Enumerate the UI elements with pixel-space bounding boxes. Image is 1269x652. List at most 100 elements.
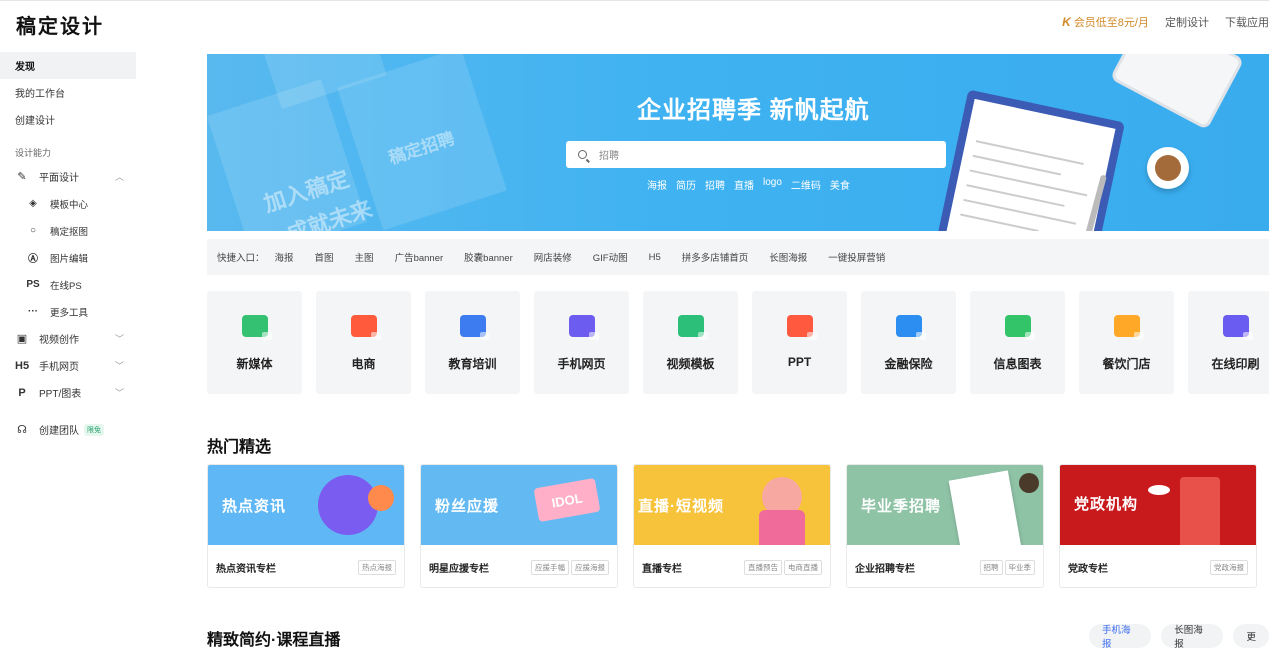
bag-icon <box>350 315 381 340</box>
sidebar-item-h5[interactable]: H5 手机网页 ﹀ <box>0 352 136 379</box>
download-app-link[interactable]: 下载应用 <box>1225 14 1269 30</box>
sidebar-item-online-ps[interactable]: PS 在线PS <box>0 271 136 298</box>
hot-tag[interactable]: logo <box>763 177 782 192</box>
category-card[interactable]: 手机网页 <box>534 291 629 394</box>
sidebar-item-graphic-design[interactable]: ✎ 平面设计 ︿ <box>0 163 136 190</box>
sidebar-item-label: 视频创作 <box>39 335 79 346</box>
chat-icon <box>241 315 272 340</box>
hero-banner[interactable]: 加入稿定 成就未来 稿定招聘 企业招聘季 新帆起航 招聘 海报 简历 招聘 直播… <box>207 54 1269 231</box>
sidebar-item-video[interactable]: ▣ 视频创作 ﹀ <box>0 325 136 352</box>
category-list: 新媒体 电商 教育培训 手机网页 视频模板 PPT 金融保险 信息图表 餐饮门店… <box>207 291 1269 394</box>
custom-design-link[interactable]: 定制设计 <box>1165 14 1209 30</box>
card-thumb-text: 毕业季招聘 <box>861 498 942 515</box>
card-tag[interactable]: 应援海报 <box>571 559 609 575</box>
filter-pill[interactable]: 更 <box>1233 624 1269 648</box>
logo[interactable]: 稿定设计 <box>16 10 104 39</box>
chevron-up-icon[interactable]: ︿ <box>115 170 124 183</box>
sidebar-item-workspace[interactable]: 我的工作台 <box>0 79 136 106</box>
chevron-down-icon[interactable]: ﹀ <box>115 359 124 372</box>
hot-tag[interactable]: 直播 <box>734 177 754 192</box>
card-tag[interactable]: 直播预告 <box>744 559 782 575</box>
cutout-icon: ○ <box>29 225 37 236</box>
hot-card[interactable]: 热点资讯 热点资讯专栏 热点海报 <box>207 464 405 588</box>
quick-entry-item[interactable]: GIF动图 <box>593 250 628 264</box>
card-tag[interactable]: 应援手幅 <box>531 559 569 575</box>
sidebar-item-create-team[interactable]: ☊ 创建团队 限免 <box>0 416 136 443</box>
card-thumb-text: 热点资讯 <box>222 498 287 515</box>
quick-entry-item[interactable]: 广告banner <box>395 250 444 264</box>
h5-icon: H5 <box>15 359 30 372</box>
hot-tag[interactable]: 二维码 <box>791 177 821 192</box>
quick-entry-item[interactable]: 拼多多店铺首页 <box>682 250 749 264</box>
quick-entry-item[interactable]: 长图海报 <box>769 250 807 264</box>
sidebar-item-more-tools[interactable]: ··· 更多工具 <box>0 298 136 325</box>
card-tag[interactable]: 招聘 <box>979 559 1003 575</box>
hot-card[interactable]: 直播·短视频 直播专栏 直播预告 电商直播 <box>633 464 831 588</box>
sidebar-item-label: 创建团队 <box>39 426 79 437</box>
chevron-down-icon[interactable]: ﹀ <box>115 386 124 399</box>
card-thumb-text: 粉丝应援 <box>435 498 500 515</box>
ps-icon: PS <box>26 279 40 290</box>
quick-entry-item[interactable]: 一键投屏营销 <box>828 250 885 264</box>
card-tags: 招聘 毕业季 <box>979 559 1035 575</box>
hot-card[interactable]: 毕业季招聘 企业招聘专栏 招聘 毕业季 <box>846 464 1044 588</box>
ppt-icon: P <box>18 386 26 399</box>
card-thumb-text: 党政机构 <box>1074 496 1139 513</box>
hot-card-list: 热点资讯 热点资讯专栏 热点海报 IDOL 粉丝应援 明星应援专栏 应援手幅 应… <box>207 464 1257 588</box>
sidebar-item-label: 图片编辑 <box>50 253 89 265</box>
category-card[interactable]: 新媒体 <box>207 291 302 394</box>
card-title: 企业招聘专栏 <box>855 563 915 575</box>
filter-pill[interactable]: 长图海报 <box>1161 624 1224 650</box>
quick-entry-item[interactable]: 网店装修 <box>534 250 572 264</box>
category-label: 餐饮门店 <box>1102 357 1151 371</box>
category-card[interactable]: PPT <box>752 291 847 394</box>
filter-pill[interactable]: 手机海报 <box>1089 624 1152 650</box>
sidebar-item-ppt[interactable]: P PPT/图表 ﹀ <box>0 379 136 406</box>
section-title-hot: 热门精选 <box>207 439 272 456</box>
banner-title: 企业招聘季 新帆起航 <box>637 97 870 124</box>
sidebar-item-cutout[interactable]: ○ 稿定抠图 <box>0 217 136 244</box>
category-label: 新媒体 <box>236 357 273 371</box>
category-card[interactable]: 信息图表 <box>970 291 1065 394</box>
vip-link[interactable]: K 会员低至8元/月 <box>1062 14 1149 30</box>
hot-tag[interactable]: 简历 <box>676 177 696 192</box>
category-card[interactable]: 教育培训 <box>425 291 520 394</box>
category-card[interactable]: 餐饮门店 <box>1079 291 1174 394</box>
free-badge: 限免 <box>84 423 104 436</box>
hot-card[interactable]: IDOL 粉丝应援 明星应援专栏 应援手幅 应援海报 <box>420 464 618 588</box>
card-footer: 直播专栏 直播预告 电商直播 <box>634 545 830 587</box>
hot-tag[interactable]: 招聘 <box>705 177 725 192</box>
sidebar-item-template-center[interactable]: ◈ 模板中心 <box>0 190 136 217</box>
sidebar-item-image-edit[interactable]: Ⓐ 图片编辑 <box>0 244 136 271</box>
sidebar-item-discover[interactable]: 发现 <box>0 52 136 79</box>
card-tag[interactable]: 党政海报 <box>1210 559 1248 575</box>
card-tag[interactable]: 热点海报 <box>358 559 396 575</box>
chevron-down-icon[interactable]: ﹀ <box>115 332 124 345</box>
category-card[interactable]: 金融保险 <box>861 291 956 394</box>
quick-entry-item[interactable]: 首图 <box>315 250 334 264</box>
sidebar-item-create[interactable]: 创建设计 <box>0 106 136 133</box>
quick-entry-item[interactable]: 海报 <box>275 250 294 264</box>
category-card[interactable]: 在线印刷 <box>1188 291 1269 394</box>
quick-entry-item[interactable]: 胶囊banner <box>464 250 513 264</box>
category-card[interactable]: 视频模板 <box>643 291 738 394</box>
hot-tag[interactable]: 海报 <box>647 177 667 192</box>
hot-tag[interactable]: 美食 <box>830 177 850 192</box>
card-tag[interactable]: 电商直播 <box>784 559 822 575</box>
category-card[interactable]: 电商 <box>316 291 411 394</box>
hot-card[interactable]: 党政机构 党政专栏 党政海报 <box>1059 464 1257 588</box>
category-label: 在线印刷 <box>1211 357 1260 371</box>
quick-entry-item[interactable]: 主图 <box>355 250 374 264</box>
sidebar-item-label: 稿定抠图 <box>50 226 89 238</box>
header-links: K 会员低至8元/月 定制设计 下载应用 <box>1062 14 1269 30</box>
pen-icon: ✎ <box>17 171 27 183</box>
search-input[interactable]: 招聘 <box>566 141 946 168</box>
category-label: 信息图表 <box>993 357 1042 371</box>
drink-icon <box>1113 315 1144 340</box>
top-header: 稿定设计 K 会员低至8元/月 定制设计 下载应用 <box>0 0 1269 44</box>
ppt-chart-icon <box>786 315 817 340</box>
quick-entry-item[interactable]: H5 <box>649 252 661 263</box>
pie-icon <box>1004 315 1035 340</box>
card-tag[interactable]: 毕业季 <box>1004 559 1035 575</box>
team-icon: ☊ <box>17 424 27 436</box>
